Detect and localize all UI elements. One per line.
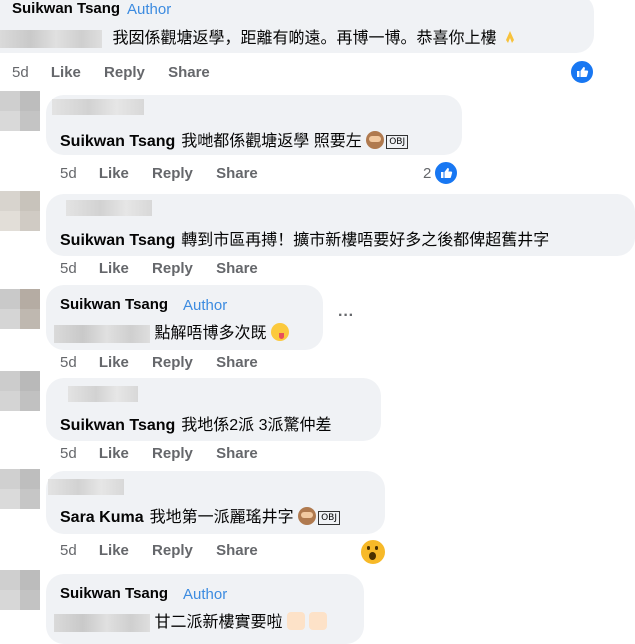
- reply-button[interactable]: Reply: [104, 64, 145, 81]
- redacted-name: [54, 613, 150, 632]
- like-reaction-icon[interactable]: [569, 59, 595, 85]
- mention-link[interactable]: Suikwan Tsang: [60, 133, 175, 150]
- redacted-commenter-name: [52, 99, 144, 115]
- share-button[interactable]: Share: [216, 445, 258, 462]
- comment-body: 我地係2派 3派驚仲差: [181, 417, 332, 434]
- heart-hands-icon: [309, 612, 328, 630]
- comment-time[interactable]: 5d: [60, 445, 77, 462]
- comment-author-name[interactable]: Suikwan Tsang: [60, 296, 168, 313]
- mention-link[interactable]: Suikwan Tsang: [60, 232, 175, 249]
- like-button[interactable]: Like: [99, 445, 129, 462]
- comment-author-name[interactable]: Suikwan Tsang: [12, 0, 120, 17]
- heart-hands-icon: [286, 612, 305, 630]
- comment-time[interactable]: 5d: [60, 542, 77, 559]
- object-placeholder: OBJ: [318, 511, 340, 525]
- comment-actions: 5d Like Reply Share: [60, 542, 277, 559]
- see-no-evil-monkey-icon: [366, 131, 385, 149]
- avatar[interactable]: [0, 191, 40, 231]
- comment-time[interactable]: 5d: [60, 260, 77, 277]
- redacted-commenter-name: [66, 200, 152, 216]
- comment-time[interactable]: 5d: [60, 165, 77, 182]
- reply-button[interactable]: Reply: [152, 445, 193, 462]
- comment-author-name[interactable]: Suikwan Tsang: [60, 585, 168, 602]
- wow-reaction-icon[interactable]: [359, 538, 387, 566]
- comment-text: Suikwan Tsang 轉到市區再搏！擴市新樓唔要好多之後都俾超舊井字: [60, 226, 549, 250]
- author-badge: Author: [183, 297, 228, 314]
- comment-actions: 5d Like Reply Share: [60, 260, 277, 277]
- author-badge: Author: [183, 586, 228, 603]
- share-button[interactable]: Share: [216, 542, 258, 559]
- redacted-commenter-name: [68, 386, 138, 402]
- avatar[interactable]: [0, 570, 40, 610]
- like-reaction-icon[interactable]: [433, 160, 459, 186]
- comment-actions: 5d Like Reply Share: [60, 445, 277, 462]
- reply-button[interactable]: Reply: [152, 542, 193, 559]
- avatar[interactable]: [0, 371, 40, 411]
- share-button[interactable]: Share: [216, 354, 258, 371]
- comment-text: 我囡係觀塘返學，距離有啲遠。再博一博。恭喜你上樓: [0, 24, 519, 48]
- comment-body: 甘二派新樓實要啦: [154, 614, 283, 631]
- object-placeholder: OBJ: [386, 135, 409, 149]
- comment-text: Suikwan Tsang 我哋都係觀塘返學 照要左 OBJ: [60, 127, 409, 151]
- like-button[interactable]: Like: [99, 542, 129, 559]
- comment-body: 我囡係觀塘返學，距離有啲遠。再博一博。恭喜你上樓: [112, 30, 497, 47]
- redacted-name: [0, 29, 102, 48]
- comment-actions: 5d Like Reply Share: [60, 354, 277, 371]
- comment-body: 我地第一派麗瑤井字: [149, 509, 294, 526]
- comment-text: Suikwan Tsang 我地係2派 3派驚仲差: [60, 411, 332, 435]
- comment-body: 點解唔博多次既: [154, 325, 267, 342]
- comment-time[interactable]: 5d: [12, 64, 29, 81]
- share-button[interactable]: Share: [216, 165, 258, 182]
- author-badge: Author: [127, 1, 172, 18]
- like-button[interactable]: Like: [99, 165, 129, 182]
- comment-text: Sara Kuma 我地第一派麗瑤井字 OBJ: [60, 503, 340, 527]
- folded-hands-icon: [501, 28, 519, 46]
- comment-body: 轉到市區再搏！擴市新樓唔要好多之後都俾超舊井字: [181, 232, 550, 249]
- like-button[interactable]: Like: [99, 260, 129, 277]
- reaction-count[interactable]: 2: [423, 165, 431, 182]
- comment-text: 點解唔博多次既: [54, 319, 289, 343]
- see-no-evil-monkey-icon: [298, 507, 317, 525]
- redacted-commenter-name: [48, 479, 124, 495]
- more-options-button[interactable]: ···: [338, 307, 354, 325]
- comment-actions: 5d Like Reply Share: [60, 165, 277, 182]
- mention-link[interactable]: Sara Kuma: [60, 509, 144, 526]
- like-button[interactable]: Like: [99, 354, 129, 371]
- avatar[interactable]: [0, 469, 40, 509]
- comment-body: 我哋都係觀塘返學 照要左: [181, 133, 362, 150]
- mention-link[interactable]: Suikwan Tsang: [60, 417, 175, 434]
- reply-button[interactable]: Reply: [152, 354, 193, 371]
- zany-face-icon: [270, 323, 289, 341]
- reply-button[interactable]: Reply: [152, 260, 193, 277]
- avatar[interactable]: [0, 289, 40, 329]
- comment-actions: 5d Like Reply Share: [12, 64, 229, 81]
- like-button[interactable]: Like: [51, 64, 81, 81]
- share-button[interactable]: Share: [168, 64, 210, 81]
- reply-button[interactable]: Reply: [152, 165, 193, 182]
- share-button[interactable]: Share: [216, 260, 258, 277]
- comment-time[interactable]: 5d: [60, 354, 77, 371]
- comment-text: 甘二派新樓實要啦: [54, 608, 328, 632]
- avatar[interactable]: [0, 91, 40, 131]
- redacted-name: [54, 324, 150, 343]
